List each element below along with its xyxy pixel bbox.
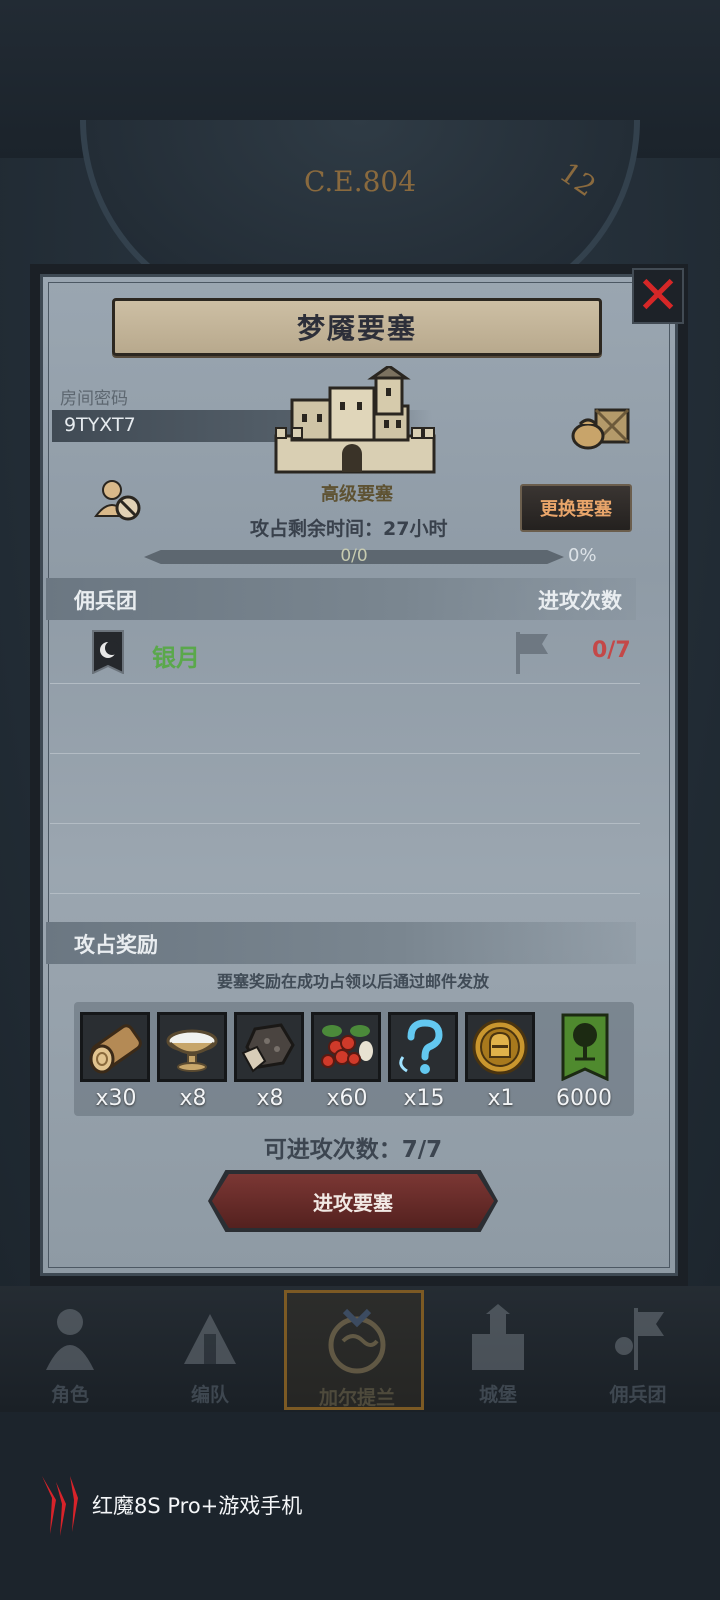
reward-count: x60 (326, 1086, 368, 1111)
reward-item[interactable]: x8 (157, 1012, 231, 1111)
attempts-remaining: 可进攻次数：7/7 (263, 1137, 443, 1163)
nav-item-mercenary[interactable]: 佣兵团 (568, 1290, 708, 1410)
title-banner: 梦魇要塞 (112, 298, 602, 356)
change-fortress-label: 更换要塞 (540, 499, 612, 520)
reward-note: 要塞奖励在成功占领以后通过邮件发放 (216, 972, 489, 991)
year-label: C.E.804 (303, 165, 417, 198)
device-watermark: 红魔8S Pro+游戏手机 (92, 1494, 303, 1518)
fortress-icon (274, 366, 436, 474)
reward-count: x8 (179, 1086, 207, 1111)
supply-bag-icon[interactable] (570, 404, 632, 450)
flag-icon (516, 632, 548, 674)
nav-label: 加尔提兰 (318, 1387, 395, 1409)
reward-item[interactable]: x1 (465, 1012, 539, 1111)
dialog-title: 梦魇要塞 (296, 312, 417, 345)
room-code-value[interactable]: 9TYXT7 (64, 414, 136, 436)
fortress-level: 高级要塞 (321, 484, 393, 505)
mercenary-icon (615, 1308, 664, 1370)
formation-icon (184, 1314, 236, 1364)
character-icon (46, 1309, 94, 1370)
change-fortress-button[interactable]: 更换要塞 (520, 484, 632, 532)
reward-item[interactable]: x60 (311, 1012, 385, 1111)
attack-fortress-button[interactable]: 进攻要塞 (212, 1174, 494, 1228)
nav-item-formation[interactable]: 编队 (140, 1290, 280, 1410)
no-visitor-icon[interactable] (94, 478, 142, 522)
reward-header: 攻占奖励 (74, 933, 158, 957)
reward-item[interactable]: x15 (388, 1012, 462, 1111)
wood-log-icon (89, 1024, 142, 1074)
guild-header: 佣兵团 (74, 589, 137, 613)
list-item (50, 756, 640, 824)
reward-item[interactable]: x30 (80, 1012, 154, 1111)
reward-count: 6000 (556, 1086, 612, 1111)
attack-fortress-label: 进攻要塞 (313, 1190, 393, 1215)
moon-banner-icon (92, 630, 124, 674)
berries-icon (321, 1025, 373, 1068)
progress-count: 0/0 (340, 546, 368, 566)
reward-item[interactable]: x8 (234, 1012, 308, 1111)
reward-count: x1 (487, 1086, 515, 1111)
cream-bowl-icon (166, 1029, 218, 1072)
attacks-header: 进攻次数 (538, 589, 622, 613)
nav-label: 编队 (190, 1384, 229, 1406)
nav-label: 城堡 (478, 1384, 517, 1406)
close-icon: ✕ (636, 266, 680, 326)
table-row[interactable] (50, 626, 640, 684)
nav-label: 佣兵团 (609, 1384, 667, 1406)
ore-icon (241, 1023, 295, 1073)
mystery-question-icon (399, 1019, 443, 1074)
reward-count: x8 (256, 1086, 284, 1111)
reward-item[interactable]: 6000 (550, 1012, 624, 1111)
list-item (50, 686, 640, 754)
reward-count: x30 (95, 1086, 137, 1111)
nav-item-galtilan[interactable]: 加尔提兰 (284, 1290, 424, 1410)
tree-banner-icon (561, 1013, 609, 1081)
list-item (50, 826, 640, 894)
nav-item-castle[interactable]: 城堡 (428, 1290, 568, 1410)
close-button[interactable]: ✕ (632, 268, 684, 324)
world-icon (328, 1308, 386, 1374)
progress-percent: 0% (568, 545, 597, 566)
nav-item-character[interactable]: 角色 (0, 1290, 140, 1410)
redmagic-logo-icon (42, 1476, 78, 1536)
time-remaining: 攻占剩余时间：27小时 (250, 518, 448, 540)
reward-count: x15 (403, 1086, 445, 1111)
attack-count: 0/7 (592, 638, 631, 663)
guild-name: 银月 (152, 644, 200, 672)
nav-label: 角色 (50, 1384, 89, 1406)
room-code-label: 房间密码 (60, 389, 128, 409)
castle-icon (472, 1304, 524, 1370)
knight-medal-icon (472, 1019, 528, 1075)
